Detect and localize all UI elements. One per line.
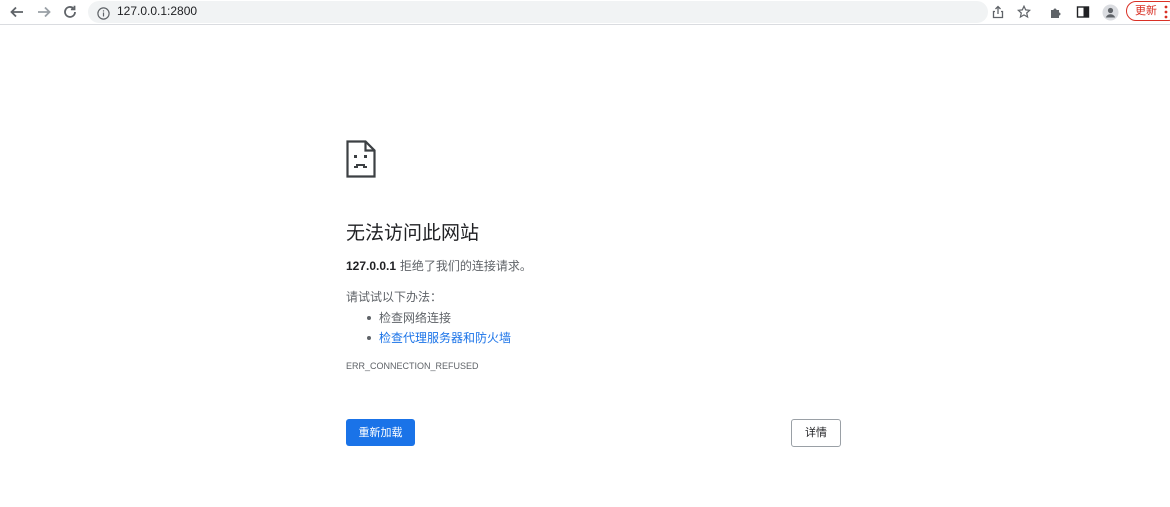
suggestion-check-network: 检查网络连接 — [346, 308, 511, 328]
forward-icon[interactable] — [34, 2, 54, 22]
extensions-icon[interactable] — [1047, 3, 1065, 21]
profile-icon[interactable] — [1101, 3, 1119, 21]
error-host: 127.0.0.1 — [346, 259, 397, 273]
details-button[interactable]: 详情 — [791, 419, 841, 447]
suggestions-list: 检查网络连接 检查代理服务器和防火墙 — [346, 308, 511, 348]
suggestion-check-proxy-link[interactable]: 检查代理服务器和防火墙 — [346, 328, 511, 348]
error-message: 拒绝了我们的连接请求。 — [396, 259, 532, 273]
menu-icon[interactable] — [1164, 4, 1168, 23]
error-title: 无法访问此网站 — [346, 222, 480, 244]
update-label: 更新 — [1135, 4, 1157, 17]
side-panel-icon[interactable] — [1074, 3, 1092, 21]
reload-button[interactable]: 重新加载 — [346, 419, 415, 446]
suggestions-heading: 请试试以下办法： — [346, 290, 443, 304]
star-icon[interactable] — [1015, 3, 1033, 21]
reload-icon[interactable] — [60, 2, 80, 22]
info-icon[interactable] — [97, 5, 110, 24]
error-description: 127.0.0.1 拒绝了我们的连接请求。 — [346, 257, 532, 274]
sad-page-icon — [346, 140, 376, 178]
address-bar[interactable]: 127.0.0.1:2800 — [88, 1, 988, 23]
back-icon[interactable] — [7, 2, 27, 22]
share-icon[interactable] — [989, 3, 1007, 21]
error-code: ERR_CONNECTION_REFUSED — [346, 361, 479, 371]
url-text[interactable]: 127.0.0.1:2800 — [117, 4, 197, 18]
browser-toolbar: 127.0.0.1:2800 更新 — [0, 0, 1170, 25]
